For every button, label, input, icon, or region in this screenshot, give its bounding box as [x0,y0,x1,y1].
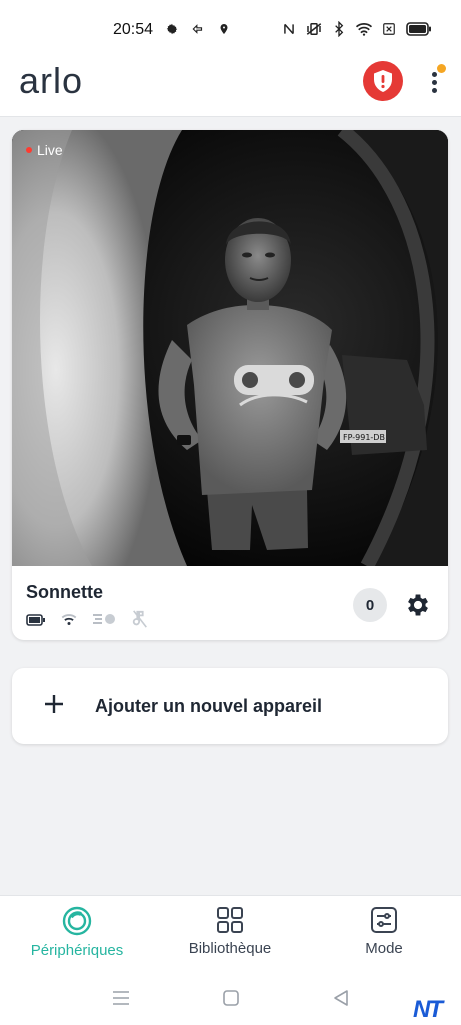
location-pin-icon [215,20,233,38]
camera-name: Sonnette [26,582,104,602]
camera-status-icons [26,610,148,633]
status-bar: 20:54 [0,0,461,58]
menu-icon[interactable] [109,988,133,1008]
wifi-status-icon [355,20,373,38]
wifi-signal-icon [60,612,78,631]
nav-library[interactable]: Bibliothèque [155,906,305,957]
more-dot-3 [432,88,437,93]
arlo-logo: arlo [19,60,84,101]
shield-alert-icon [374,70,392,92]
nav-mode[interactable]: Mode [309,906,459,957]
security-alert-button[interactable] [363,61,403,101]
camera-live-feed[interactable]: FP-991-DB [12,130,448,566]
camera-card[interactable]: FP-991-DB Live Sonnette 0 [12,130,448,640]
nav-mode-label: Mode [365,940,403,957]
home-icon[interactable] [219,988,243,1008]
system-navigation-bar [0,980,461,1024]
back-icon[interactable] [329,988,353,1008]
vibrate-mute-icon [305,20,323,38]
library-grid-icon [217,907,243,933]
mode-sliders-icon [371,907,397,933]
more-dots-icon [432,72,437,77]
nav-devices-label: Périphériques [30,942,124,959]
nfc-icon [280,20,298,38]
live-indicator: Live [26,142,63,158]
add-device-label: Ajouter un nouvel appareil [95,696,323,716]
night-vision-image: FP-991-DB [12,130,448,566]
license-plate: FP-991-DB [343,433,385,442]
live-dot-icon [26,147,32,153]
watermark-logo: NT [413,996,443,1023]
status-time: 20:54 [113,21,154,38]
app-header: arlo [0,58,461,117]
sync-status-icon [189,20,207,38]
settings-gear-status-icon [163,20,181,38]
nav-library-label: Bibliothèque [188,940,272,957]
devices-icon [62,906,92,936]
no-sim-icon [380,20,398,38]
audio-off-icon [132,610,148,633]
notification-dot [437,64,446,73]
gear-icon [408,594,428,616]
camera-settings-button[interactable] [401,588,435,622]
event-count: 0 [365,596,375,614]
battery-status-icon [405,20,433,38]
add-device-button[interactable]: Ajouter un nouvel appareil [12,668,448,744]
more-menu-button[interactable] [426,64,446,98]
battery-icon [26,613,46,631]
live-label: Live [37,142,63,158]
more-dot-2 [432,80,437,85]
nav-devices[interactable]: Périphériques [2,906,152,959]
motion-detection-icon [92,612,118,631]
bluetooth-icon [330,20,348,38]
plus-icon [45,695,63,713]
event-count-badge[interactable]: 0 [353,588,387,622]
